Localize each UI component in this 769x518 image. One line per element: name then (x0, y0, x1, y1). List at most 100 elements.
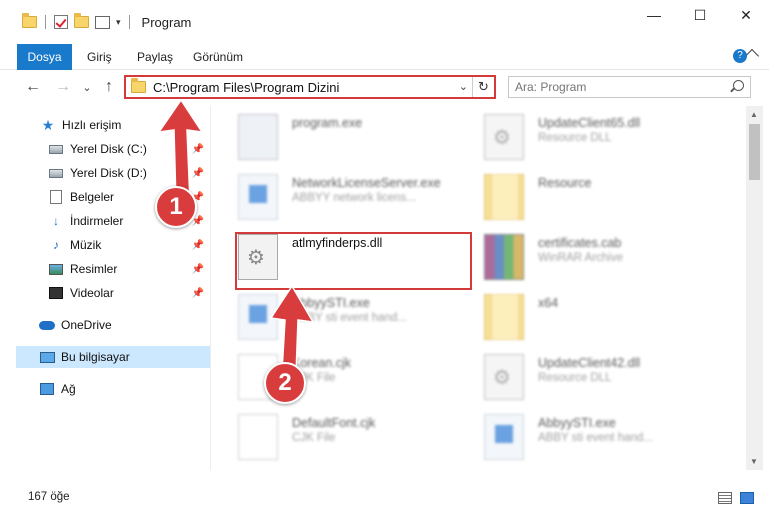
vertical-scrollbar[interactable]: ▲ ▼ (746, 106, 763, 470)
file-name: UpdateClient65.dll (538, 116, 641, 130)
file-item[interactable]: UpdateClient42.dll Resource DLL (484, 348, 724, 406)
search-box[interactable] (508, 76, 751, 98)
folder-icon[interactable] (22, 13, 37, 28)
file-desc: WinRAR Archive (538, 252, 623, 264)
sidebar-item-label: İndirmeler (70, 214, 124, 228)
sidebar-item-label: Belgeler (70, 190, 115, 204)
back-button[interactable]: ← (24, 78, 42, 96)
sidebar-item-label: Videolar (70, 286, 114, 300)
quick-access-toolbar: ▾ (22, 13, 132, 29)
sidebar-item-label: Yerel Disk (C:) (70, 142, 147, 156)
highlight-box (235, 232, 472, 290)
sidebar-item-music[interactable]: ♪ Müzik 📌 (0, 234, 210, 256)
navigation-pane: ★ Hızlı erişim Yerel Disk (C:) 📌 Yerel D… (0, 106, 211, 470)
address-path[interactable]: C:\Program Files\Program Dizini (153, 80, 339, 95)
close-button[interactable]: ✕ (723, 0, 769, 30)
file-name: NetworkLicenseServer.exe (292, 176, 441, 190)
scroll-up-icon[interactable]: ▲ (750, 110, 758, 119)
details-view-icon[interactable] (718, 492, 732, 504)
up-button[interactable]: ↑ (100, 78, 118, 96)
sidebar-item-label: Müzik (70, 238, 102, 252)
file-desc: CJK File (292, 432, 336, 444)
pin-icon[interactable]: 📌 (192, 240, 204, 251)
file-item[interactable]: AbbyySTI.exe ABBY sti event hand... (484, 408, 724, 466)
file-item[interactable]: certificates.cab WinRAR Archive (484, 228, 724, 286)
recent-locations-button[interactable]: ⌄ (78, 78, 96, 96)
file-item[interactable]: UpdateClient65.dll Resource DLL (484, 108, 724, 166)
dll-icon (484, 114, 524, 160)
step-badge-1: 1 (155, 186, 197, 228)
file-name: program.exe (292, 116, 363, 130)
file-name: DefaultFont.cjk (292, 416, 376, 430)
sidebar-item-label: OneDrive (61, 318, 112, 332)
title-bar: ▾ Program — ☐ ✕ (0, 0, 769, 44)
folder-icon (131, 78, 146, 93)
download-icon: ↓ (53, 214, 59, 228)
file-name: x64 (538, 296, 559, 310)
file-item[interactable]: DefaultFont.cjk CJK File (238, 408, 478, 466)
file-item[interactable]: Resource (484, 168, 724, 226)
expand-ribbon-icon[interactable] (744, 48, 760, 64)
ribbon-tabs: Dosya Giriş Paylaş Görünüm ? (0, 44, 769, 70)
forward-button[interactable]: → (54, 78, 72, 96)
help-icon[interactable]: ? (733, 49, 747, 63)
onedrive-icon (39, 320, 55, 330)
sidebar-item-this-pc[interactable]: Bu bilgisayar (16, 346, 210, 368)
pictures-icon (49, 263, 63, 275)
sidebar-item-local-disk-c[interactable]: Yerel Disk (C:) 📌 (0, 138, 210, 160)
pin-icon[interactable]: 📌 (192, 264, 204, 275)
maximize-button[interactable]: ☐ (677, 0, 723, 30)
address-dropdown-icon[interactable]: ⌄ (459, 80, 468, 93)
sidebar-item-local-disk-d[interactable]: Yerel Disk (D:) 📌 (0, 162, 210, 184)
file-item[interactable]: NetworkLicenseServer.exe ABBYY network li… (238, 168, 478, 226)
search-icon[interactable] (733, 80, 744, 91)
separator (128, 15, 130, 29)
folder-icon (484, 294, 524, 340)
file-icon (238, 414, 278, 460)
search-input[interactable] (515, 77, 725, 97)
tab-file[interactable]: Dosya (17, 44, 72, 70)
step-badge-2: 2 (264, 362, 306, 404)
file-desc: ABBYY network licens... (292, 192, 416, 204)
file-item[interactable]: x64 (484, 288, 724, 346)
file-item[interactable]: program.exe (238, 108, 478, 166)
tab-view[interactable]: Görünüm (193, 44, 243, 70)
file-item[interactable]: AbbyySTI.exe ABBY sti event hand... (238, 288, 478, 346)
sidebar-item-network[interactable]: Ağ (0, 378, 210, 400)
file-name: certificates.cab (538, 236, 622, 250)
refresh-button[interactable]: ↻ (472, 77, 494, 97)
minimize-button[interactable]: — (631, 0, 677, 30)
file-desc: Resource DLL (538, 132, 612, 144)
properties-check-icon[interactable] (54, 15, 68, 29)
file-list: program.exe UpdateClient65.dll Resource D… (212, 106, 745, 470)
sidebar-item-label: Yerel Disk (D:) (70, 166, 147, 180)
scroll-down-icon[interactable]: ▼ (750, 457, 758, 466)
computer-icon (39, 351, 55, 363)
sidebar-item-videos[interactable]: Videolar 📌 (0, 282, 210, 304)
scrollbar-thumb[interactable] (749, 124, 760, 180)
tab-share[interactable]: Paylaş (137, 44, 173, 70)
separator (45, 15, 46, 29)
folder-icon (484, 174, 524, 220)
file-name: UpdateClient42.dll (538, 356, 641, 370)
file-name: Resource (538, 176, 592, 190)
star-icon: ★ (41, 116, 55, 133)
dll-icon (484, 354, 524, 400)
pin-icon[interactable]: 📌 (192, 168, 204, 179)
sidebar-item-quick-access[interactable]: ★ Hızlı erişim (0, 114, 210, 136)
address-bar[interactable]: C:\Program Files\Program Dizini ⌄ ↻ (124, 75, 496, 99)
item-count: 167 öğe (28, 491, 70, 503)
large-icons-view-icon[interactable] (740, 492, 754, 504)
customize-toolbar-dropdown-icon[interactable]: ▾ (116, 17, 121, 28)
new-folder-icon[interactable] (74, 13, 89, 28)
tab-home[interactable]: Giriş (87, 44, 112, 70)
sidebar-item-pictures[interactable]: Resimler 📌 (0, 258, 210, 280)
exe-icon (484, 414, 524, 460)
properties-icon[interactable] (95, 15, 110, 29)
window-title: Program (141, 14, 192, 30)
pin-icon[interactable]: 📌 (192, 288, 204, 299)
sidebar-item-onedrive[interactable]: OneDrive (0, 314, 210, 336)
archive-icon (484, 234, 524, 280)
document-icon (50, 190, 62, 204)
pin-icon[interactable]: 📌 (192, 144, 204, 155)
